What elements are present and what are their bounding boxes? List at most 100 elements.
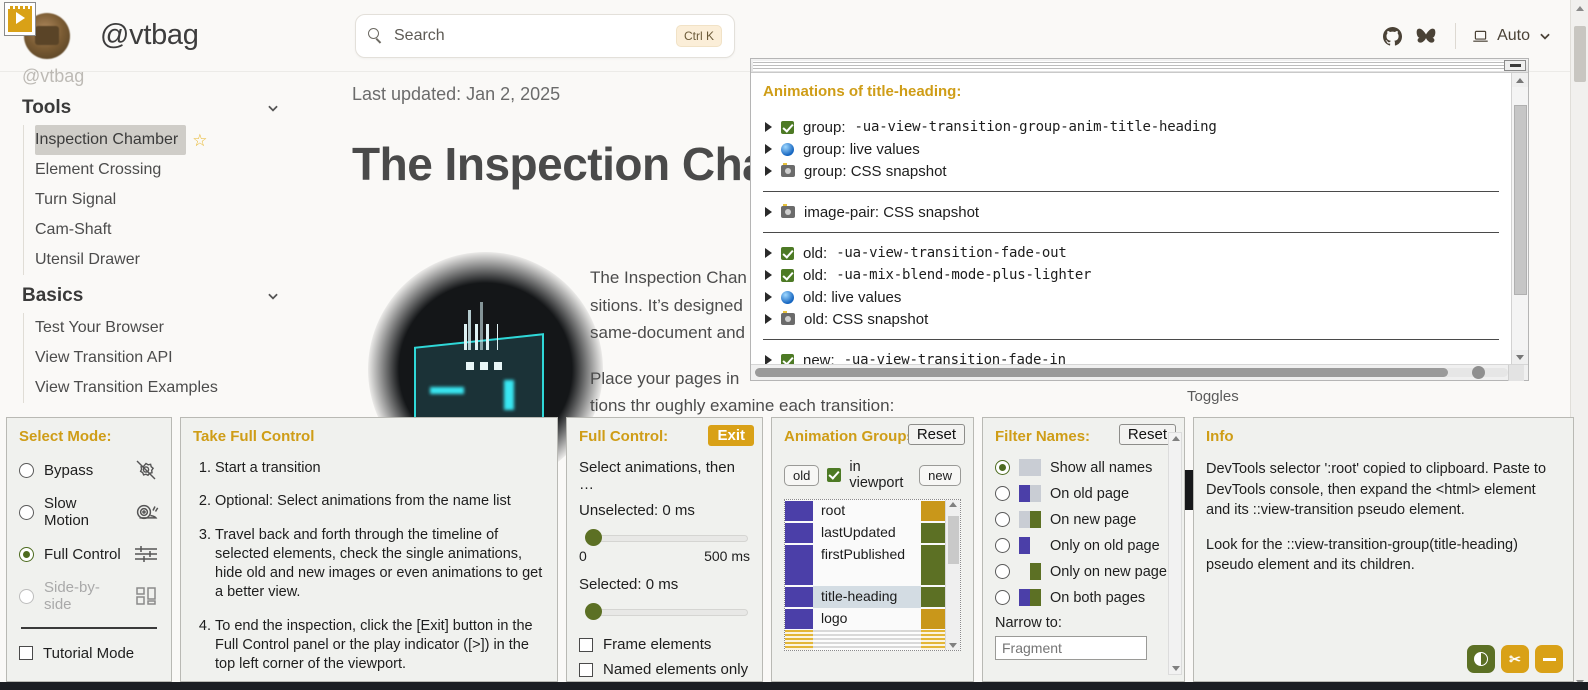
radio-button[interactable] xyxy=(995,538,1010,553)
scroll-down-button[interactable] xyxy=(1512,350,1528,364)
list-item[interactable]: lastUpdated xyxy=(785,522,945,544)
radio-button[interactable] xyxy=(995,460,1010,475)
checkbox[interactable] xyxy=(19,646,33,660)
named-elements-toggle[interactable]: Named elements only xyxy=(579,661,750,678)
expand-triangle-icon[interactable] xyxy=(765,248,772,258)
sidebar-item-inspection-chamber[interactable]: Inspection Chamber ☆ xyxy=(24,125,330,155)
mode-option-bypass[interactable]: Bypass xyxy=(19,459,159,481)
animation-row[interactable]: group: live values xyxy=(761,138,1511,160)
in-viewport-checkbox[interactable] xyxy=(827,468,842,482)
slider-knob[interactable] xyxy=(585,603,602,620)
minimize-button[interactable] xyxy=(1535,645,1563,673)
expand-triangle-icon[interactable] xyxy=(765,314,772,324)
checkbox[interactable] xyxy=(579,662,593,677)
checkbox-checked-icon[interactable] xyxy=(781,246,794,260)
animation-row[interactable]: old: CSS snapshot xyxy=(761,308,1511,330)
mode-option-full-control[interactable]: Full Control xyxy=(19,543,159,565)
filter-scrollbar[interactable] xyxy=(1168,432,1182,675)
list-item[interactable]: logo xyxy=(785,608,945,630)
mode-option-side-by-side[interactable]: Side-by-side xyxy=(19,579,159,613)
scroll-up-button[interactable] xyxy=(1512,73,1528,87)
radio-button[interactable] xyxy=(995,564,1010,579)
radio-button[interactable] xyxy=(19,462,34,478)
animation-row[interactable]: old: live values xyxy=(761,286,1511,308)
checkbox[interactable] xyxy=(579,637,593,652)
list-item[interactable]: root xyxy=(785,500,945,522)
expand-triangle-icon[interactable] xyxy=(765,122,772,132)
list-scrollbar[interactable] xyxy=(945,500,960,650)
sidebar-item-element-crossing[interactable]: Element Crossing xyxy=(24,155,161,185)
filter-option-only-new-page[interactable]: Only on new page xyxy=(995,563,1172,580)
expand-triangle-icon[interactable] xyxy=(765,144,772,154)
mode-option-slow-motion[interactable]: Slow Motion xyxy=(19,495,159,529)
scroll-down-button[interactable] xyxy=(1172,666,1180,671)
animation-groups-list[interactable]: root lastUpdated firstPublished title-he… xyxy=(784,499,961,651)
scroll-up-button[interactable] xyxy=(1571,0,1588,16)
butterfly-icon[interactable] xyxy=(1409,19,1443,53)
expand-triangle-icon[interactable] xyxy=(765,355,772,364)
sidebar-item-utensil-drawer[interactable]: Utensil Drawer xyxy=(24,245,140,275)
search-input[interactable]: Search Ctrl K xyxy=(355,14,735,58)
slider-track[interactable] xyxy=(587,609,748,616)
site-brand[interactable]: @vtbag xyxy=(100,19,199,52)
animation-row[interactable]: group: -ua-view-transition-group-anim-ti… xyxy=(761,116,1511,138)
slider-knob[interactable] xyxy=(585,529,602,546)
scroll-up-button[interactable] xyxy=(949,502,957,507)
radio-button[interactable] xyxy=(995,486,1010,501)
list-item[interactable]: title-heading xyxy=(785,586,945,608)
animation-row[interactable]: new: -ua-view-transition-fade-in xyxy=(761,349,1511,364)
expand-triangle-icon[interactable] xyxy=(765,270,772,280)
animation-row[interactable]: group: CSS snapshot xyxy=(761,160,1511,182)
frame-elements-toggle[interactable]: Frame elements xyxy=(579,636,750,653)
sidebar-item-view-transition-api[interactable]: View Transition API xyxy=(24,343,173,373)
scroll-down-button[interactable] xyxy=(949,643,957,648)
checkbox-checked-icon[interactable] xyxy=(781,268,794,282)
animations-horizontal-scrollbar[interactable] xyxy=(751,364,1528,381)
filter-option-on-new-page[interactable]: On new page xyxy=(995,511,1172,528)
exit-button[interactable]: Exit xyxy=(708,425,754,446)
filter-option-both-pages[interactable]: On both pages xyxy=(995,589,1172,606)
scrollbar-knob[interactable] xyxy=(1472,366,1486,379)
minimize-button[interactable] xyxy=(1504,60,1526,71)
animations-window-titlebar[interactable] xyxy=(751,59,1528,73)
radio-button[interactable] xyxy=(19,588,34,604)
filter-option-all[interactable]: Show all names xyxy=(995,459,1172,476)
checkbox-checked-icon[interactable] xyxy=(781,120,794,134)
tutorial-mode-toggle[interactable]: Tutorial Mode xyxy=(19,645,159,662)
theme-select[interactable]: Auto xyxy=(1468,27,1556,45)
animation-row[interactable]: old: -ua-mix-blend-mode-plus-lighter xyxy=(761,264,1511,286)
scissors-button[interactable]: ✂ xyxy=(1501,645,1529,673)
scrollbar-track[interactable] xyxy=(755,366,1508,379)
expand-triangle-icon[interactable] xyxy=(765,292,772,302)
animations-vertical-scrollbar[interactable] xyxy=(1511,73,1528,364)
radio-button[interactable] xyxy=(19,504,34,520)
filter-option-on-old-page[interactable]: On old page xyxy=(995,485,1172,502)
reset-button[interactable]: Reset xyxy=(907,424,965,445)
scrollbar-thumb[interactable] xyxy=(948,516,959,564)
scrollbar-thumb[interactable] xyxy=(755,368,1448,377)
filter-option-only-old-page[interactable]: Only on old page xyxy=(995,537,1172,554)
list-item[interactable]: firstPublished xyxy=(785,544,945,586)
animation-row[interactable]: image-pair: CSS snapshot xyxy=(761,201,1511,223)
checkbox-checked-icon[interactable] xyxy=(781,353,794,364)
sidebar-item-cam-shaft[interactable]: Cam-Shaft xyxy=(24,215,111,245)
new-button[interactable]: new xyxy=(919,464,961,486)
expand-triangle-icon[interactable] xyxy=(765,166,772,176)
animation-row[interactable]: old: -ua-view-transition-fade-out xyxy=(761,242,1511,264)
expand-triangle-icon[interactable] xyxy=(765,207,772,217)
sidebar-group-basics[interactable]: Basics xyxy=(0,275,330,313)
play-indicator[interactable] xyxy=(4,2,36,36)
sidebar-item-turn-signal[interactable]: Turn Signal xyxy=(24,185,116,215)
sidebar-item-view-transition-examples[interactable]: View Transition Examples xyxy=(24,373,218,403)
scroll-up-button[interactable] xyxy=(1172,436,1180,441)
contrast-toggle-button[interactable] xyxy=(1467,645,1495,673)
sidebar-group-tools[interactable]: Tools xyxy=(0,87,330,125)
unselected-slider[interactable] xyxy=(579,528,750,546)
sidebar-item-test-your-browser[interactable]: Test Your Browser xyxy=(24,313,164,343)
scrollbar-thumb[interactable] xyxy=(1574,26,1586,82)
github-icon[interactable] xyxy=(1375,19,1409,53)
narrow-to-input[interactable] xyxy=(995,636,1147,660)
radio-button[interactable] xyxy=(995,512,1010,527)
radio-button[interactable] xyxy=(995,590,1010,605)
radio-button[interactable] xyxy=(19,546,34,562)
